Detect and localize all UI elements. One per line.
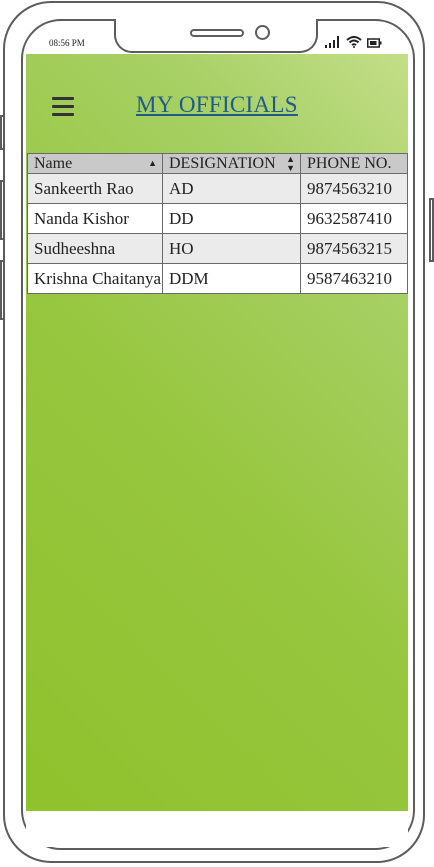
cell-name: Nanda Kishor — [27, 203, 163, 234]
sort-ascending-icon[interactable]: ▲ — [148, 155, 157, 173]
speaker — [190, 29, 244, 37]
status-time: 08:56 PM — [49, 38, 85, 48]
page-title[interactable]: MY OFFICIALS — [136, 92, 298, 118]
side-button — [429, 198, 434, 262]
side-button — [0, 180, 5, 240]
cell-designation: DD — [162, 203, 301, 234]
home-indicator-area — [26, 811, 408, 847]
officials-table: Name ▲ DESIGNATION ▲ ▼ PHONE NO. Sankeert… — [27, 153, 408, 294]
cell-phone: 9874563215 — [300, 233, 408, 264]
cell-designation: HO — [162, 233, 301, 264]
column-header-phone[interactable]: PHONE NO. — [300, 153, 408, 174]
table-row[interactable]: Nanda Kishor DD 9632587410 — [27, 203, 408, 234]
side-button — [0, 115, 5, 150]
sort-icon[interactable]: ▲ ▼ — [286, 155, 295, 173]
cell-phone: 9874563210 — [300, 173, 408, 204]
hamburger-menu-icon[interactable] — [52, 97, 74, 119]
cell-phone: 9632587410 — [300, 203, 408, 234]
column-header-name[interactable]: Name ▲ — [27, 153, 163, 174]
side-button — [0, 260, 5, 320]
column-header-label: Name — [34, 155, 73, 172]
status-icons — [325, 36, 382, 48]
table-row[interactable]: Krishna Chaitanya DDM 9587463210 — [27, 263, 408, 294]
table-row[interactable]: Sankeerth Rao AD 9874563210 — [27, 173, 408, 204]
app-screen: MY OFFICIALS Name ▲ DESIGNATION ▲ ▼ PHONE… — [26, 54, 408, 811]
wifi-icon — [346, 36, 362, 48]
cell-name: Krishna Chaitanya — [27, 263, 163, 294]
signal-icon — [325, 36, 339, 48]
cell-phone: 9587463210 — [300, 263, 408, 294]
column-header-label: DESIGNATION — [169, 155, 276, 172]
table-header-row: Name ▲ DESIGNATION ▲ ▼ PHONE NO. — [27, 153, 408, 174]
cell-designation: AD — [162, 173, 301, 204]
table-row[interactable]: Sudheeshna HO 9874563215 — [27, 233, 408, 264]
battery-icon — [367, 38, 382, 48]
column-header-designation[interactable]: DESIGNATION ▲ ▼ — [162, 153, 301, 174]
cell-name: Sudheeshna — [27, 233, 163, 264]
camera — [255, 25, 270, 40]
cell-name: Sankeerth Rao — [27, 173, 163, 204]
column-header-label: PHONE NO. — [307, 155, 392, 172]
cell-designation: DDM — [162, 263, 301, 294]
